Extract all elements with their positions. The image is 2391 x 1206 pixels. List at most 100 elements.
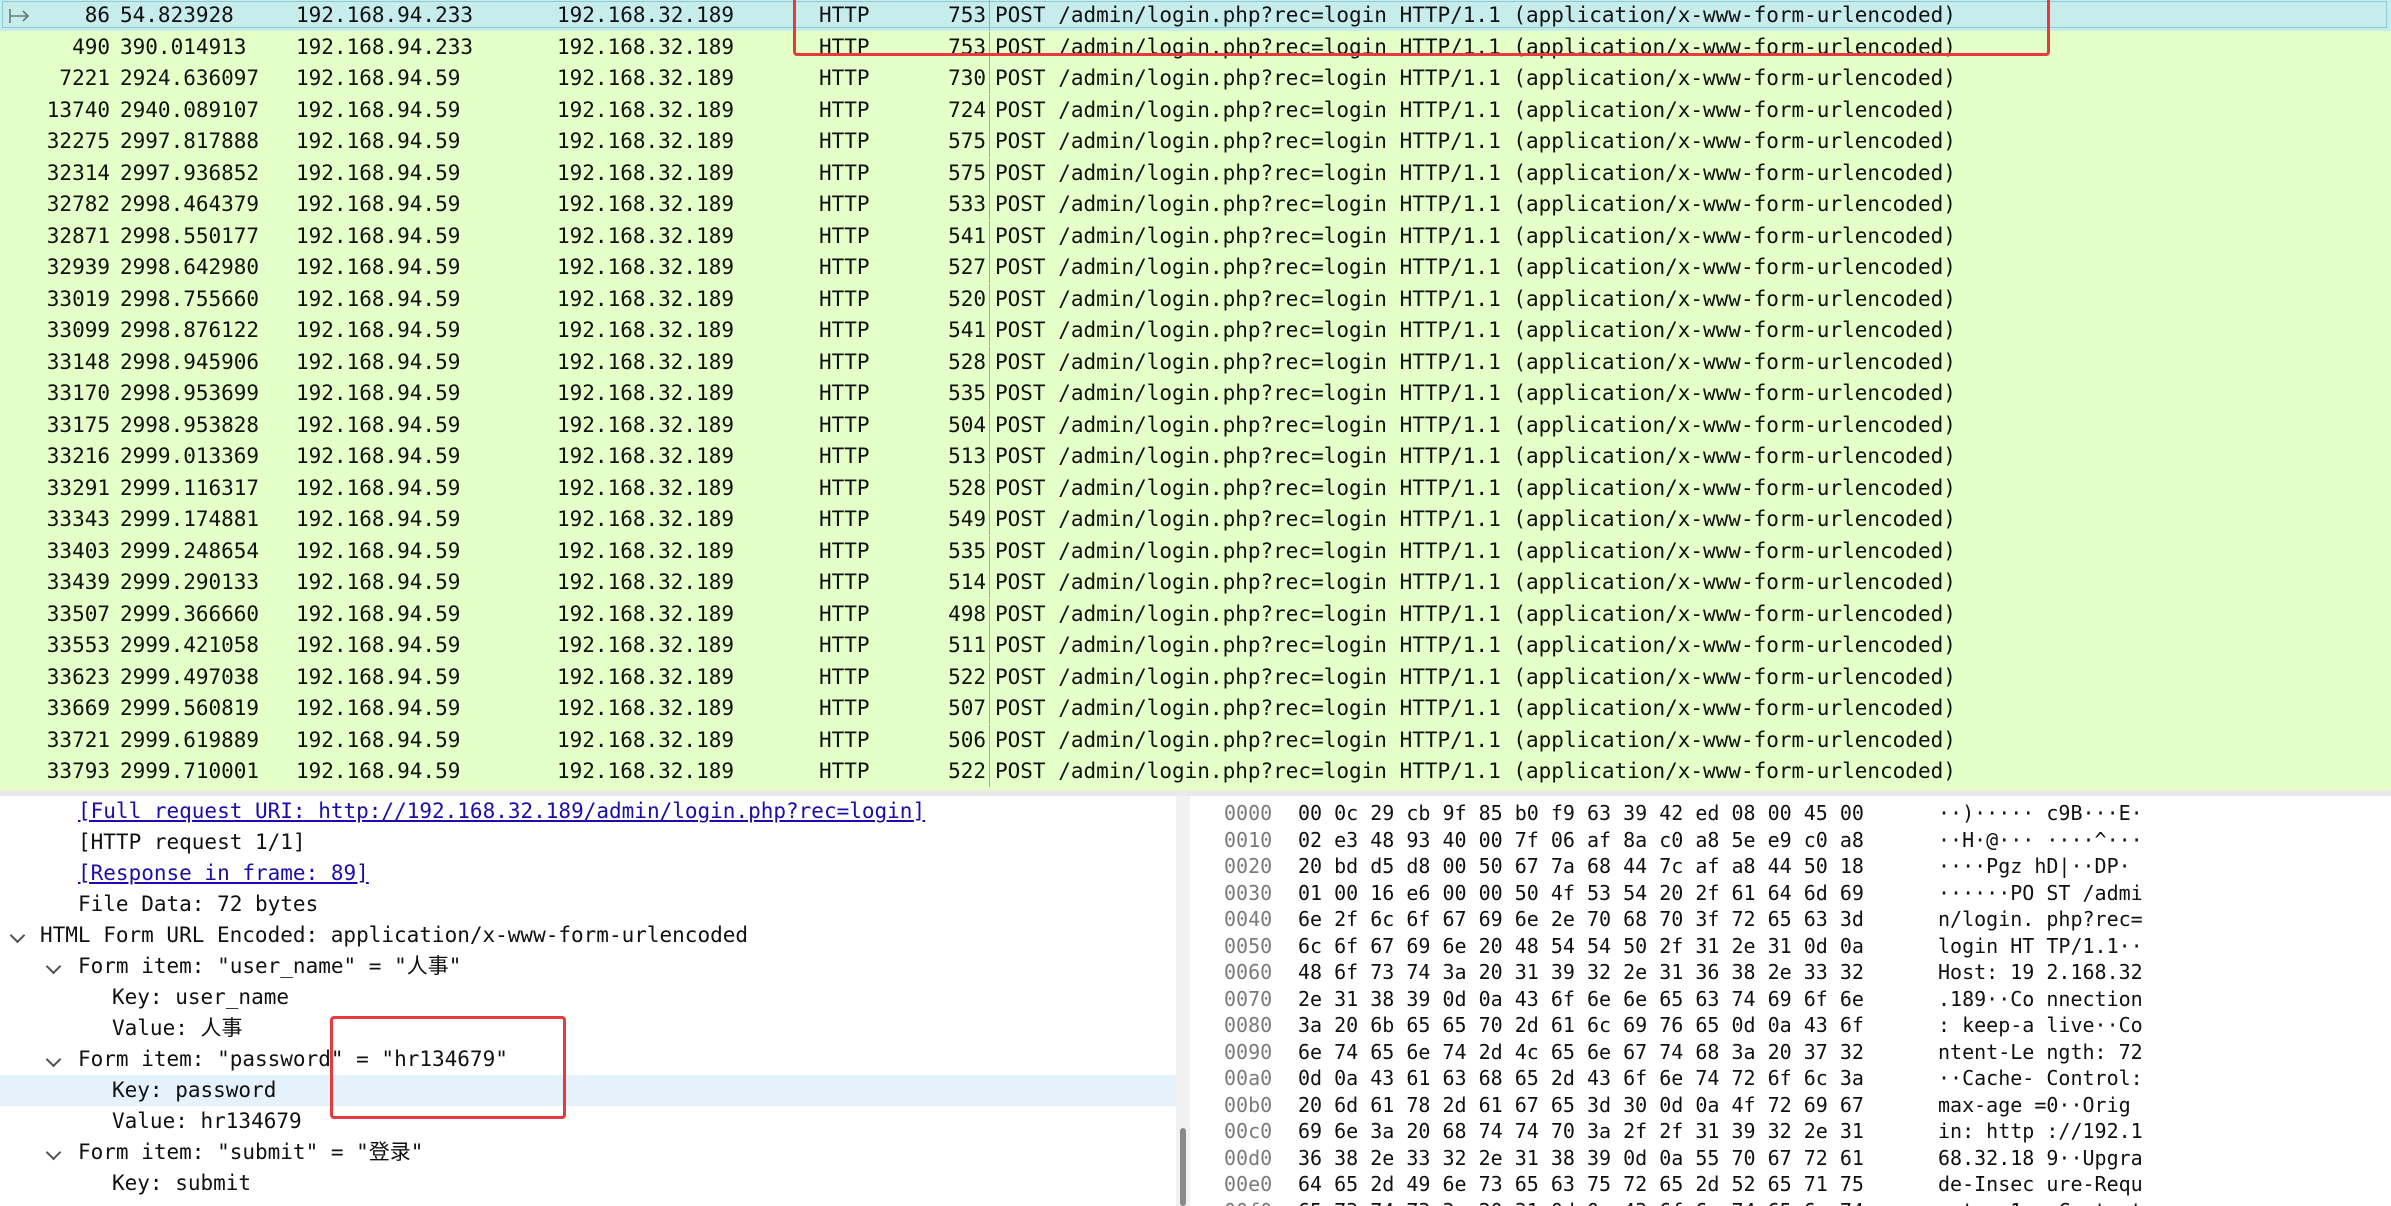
chevron-down-icon[interactable] bbox=[45, 1144, 62, 1161]
hex-bytes[interactable]: 6e 74 65 6e 74 2d 4c 65 6e 67 74 68 3a 2… bbox=[1298, 1039, 1864, 1065]
chevron-down-icon[interactable] bbox=[45, 1051, 62, 1068]
packet-row[interactable]: 33291 2999.116317 192.168.94.59 192.168.32.… bbox=[0, 473, 2391, 504]
packet-dst: 192.168.32.189 bbox=[557, 350, 735, 374]
detail-full-uri[interactable]: [Full request URI: http://192.168.32.189… bbox=[0, 796, 1176, 827]
hex-bytes[interactable]: 2e 31 38 39 0d 0a 43 6f 6e 6e 65 63 74 6… bbox=[1298, 986, 1864, 1012]
details-scroll-thumb[interactable] bbox=[1180, 1128, 1186, 1206]
packet-no: 32314 bbox=[46, 161, 110, 185]
detail-submit-key[interactable]: Key: submit bbox=[0, 1168, 1176, 1199]
packet-row[interactable]: 33148 2998.945906 192.168.94.59 192.168.32.… bbox=[0, 347, 2391, 378]
packet-row[interactable]: 7221 2924.636097 192.168.94.59 192.168.32.1… bbox=[0, 63, 2391, 94]
hex-bytes[interactable]: 64 65 2d 49 6e 73 65 63 75 72 65 2d 52 6… bbox=[1298, 1171, 1864, 1197]
packet-row[interactable]: 32314 2997.936852 192.168.94.59 192.168.32.… bbox=[0, 158, 2391, 189]
detail-form-item-password[interactable]: Form item: "password" = "hr134679" bbox=[0, 1044, 1176, 1075]
detail-request-count[interactable]: [HTTP request 1/1] bbox=[0, 827, 1176, 858]
packet-details-pane[interactable]: [Full request URI: http://192.168.32.189… bbox=[0, 796, 1190, 1206]
packet-dst: 192.168.32.189 bbox=[557, 728, 735, 752]
packet-no: 32275 bbox=[46, 129, 110, 153]
hex-bytes[interactable]: 36 38 2e 33 32 2e 31 38 39 0d 0a 55 70 6… bbox=[1298, 1145, 1864, 1171]
response-frame-link[interactable]: [Response in frame: 89] bbox=[78, 858, 369, 889]
detail-file-data[interactable]: File Data: 72 bytes bbox=[0, 889, 1176, 920]
packet-row[interactable]: 32782 2998.464379 192.168.94.59 192.168.32.… bbox=[0, 189, 2391, 220]
packet-bytes-pane[interactable]: 0000 00 0c 29 cb 9f 85 b0 f9 63 39 42 ed … bbox=[1216, 796, 2391, 1206]
hex-ascii[interactable]: de-Insec ure-Requ bbox=[1938, 1171, 2143, 1197]
detail-form-header[interactable]: HTML Form URL Encoded: application/x-www… bbox=[0, 920, 1176, 951]
hex-ascii[interactable]: in: http ://192.1 bbox=[1938, 1118, 2143, 1144]
packet-row[interactable]: 33216 2999.013369 192.168.94.59 192.168.32.… bbox=[0, 441, 2391, 472]
packet-row[interactable]: 13740 2940.089107 192.168.94.59 192.168.32.… bbox=[0, 95, 2391, 126]
packet-row[interactable]: 33553 2999.421058 192.168.94.59 192.168.32.… bbox=[0, 630, 2391, 661]
hex-ascii[interactable]: ests: 1· ·Content bbox=[1938, 1198, 2143, 1206]
packet-src: 192.168.94.59 bbox=[296, 633, 461, 657]
details-scrollbar[interactable] bbox=[1176, 796, 1190, 1206]
packet-row[interactable]: 32871 2998.550177 192.168.94.59 192.168.32.… bbox=[0, 221, 2391, 252]
hex-bytes[interactable]: 00 0c 29 cb 9f 85 b0 f9 63 39 42 ed 08 0… bbox=[1298, 800, 1864, 826]
chevron-down-icon[interactable] bbox=[9, 927, 26, 944]
full-uri-link[interactable]: [Full request URI: http://192.168.32.189… bbox=[78, 796, 925, 827]
hex-bytes[interactable]: 48 6f 73 74 3a 20 31 39 32 2e 31 36 38 2… bbox=[1298, 959, 1864, 985]
hex-bytes[interactable]: 6e 2f 6c 6f 67 69 6e 2e 70 68 70 3f 72 6… bbox=[1298, 906, 1864, 932]
packet-len: 520 bbox=[948, 287, 986, 311]
hex-ascii[interactable]: : keep-a live··Co bbox=[1938, 1012, 2143, 1038]
hex-offset: 0000 bbox=[1224, 801, 1273, 825]
packet-info: POST /admin/login.php?rec=login HTTP/1.1… bbox=[995, 476, 1956, 500]
hex-bytes[interactable]: 6c 6f 67 69 6e 20 48 54 54 50 2f 31 2e 3… bbox=[1298, 933, 1864, 959]
hex-ascii[interactable]: ······PO ST /admi bbox=[1938, 880, 2143, 906]
packet-dst: 192.168.32.189 bbox=[557, 539, 735, 563]
packet-row[interactable]: 32939 2998.642980 192.168.94.59 192.168.32.… bbox=[0, 252, 2391, 283]
packet-row[interactable]: 33019 2998.755660 192.168.94.59 192.168.32.… bbox=[0, 284, 2391, 315]
packet-no: 33019 bbox=[46, 287, 110, 311]
packet-proto: HTTP bbox=[819, 129, 870, 153]
packet-row[interactable]: 33343 2999.174881 192.168.94.59 192.168.32.… bbox=[0, 504, 2391, 535]
column-separator bbox=[989, 756, 990, 787]
hex-bytes[interactable]: 01 00 16 e6 00 00 50 4f 53 54 20 2f 61 6… bbox=[1298, 880, 1864, 906]
detail-response-frame[interactable]: [Response in frame: 89] bbox=[0, 858, 1176, 889]
packet-row[interactable]: 33099 2998.876122 192.168.94.59 192.168.32.… bbox=[0, 315, 2391, 346]
column-separator bbox=[989, 347, 990, 378]
hex-bytes[interactable]: 20 6d 61 78 2d 61 67 65 3d 30 0d 0a 4f 7… bbox=[1298, 1092, 1864, 1118]
detail-password-key[interactable]: Key: password bbox=[0, 1075, 1176, 1106]
hex-bytes[interactable]: 0d 0a 43 61 63 68 65 2d 43 6f 6e 74 72 6… bbox=[1298, 1065, 1864, 1091]
hex-bytes[interactable]: 69 6e 3a 20 68 74 74 70 3a 2f 2f 31 39 3… bbox=[1298, 1118, 1864, 1144]
hex-ascii[interactable]: n/login. php?rec= bbox=[1938, 906, 2143, 932]
packet-row[interactable]: 33175 2998.953828 192.168.94.59 192.168.32.… bbox=[0, 410, 2391, 441]
packet-list[interactable]: 86 54.823928 192.168.94.233 192.168.32.189 H… bbox=[0, 0, 2391, 790]
packet-src: 192.168.94.59 bbox=[296, 350, 461, 374]
detail-password-value[interactable]: Value: hr134679 bbox=[0, 1106, 1176, 1137]
detail-form-item-user[interactable]: Form item: "user_name" = "人事" bbox=[0, 951, 1176, 982]
packet-time: 2999.710001 bbox=[120, 759, 260, 783]
packet-info: POST /admin/login.php?rec=login HTTP/1.1… bbox=[995, 318, 1956, 342]
hex-ascii[interactable]: ··H·@··· ····^··· bbox=[1938, 827, 2143, 853]
hex-ascii[interactable]: ··Cache- Control: bbox=[1938, 1065, 2143, 1091]
hex-bytes[interactable]: 65 73 74 73 3a 20 31 0d 0a 43 6f 6e 74 6… bbox=[1298, 1198, 1864, 1206]
hex-offset: 0090 bbox=[1224, 1040, 1273, 1064]
hex-ascii[interactable]: login HT TP/1.1·· bbox=[1938, 933, 2143, 959]
hex-ascii[interactable]: Host: 19 2.168.32 bbox=[1938, 959, 2143, 985]
packet-row[interactable]: 33170 2998.953699 192.168.94.59 192.168.32.… bbox=[0, 378, 2391, 409]
packet-row[interactable]: 33623 2999.497038 192.168.94.59 192.168.32.… bbox=[0, 662, 2391, 693]
packet-row[interactable]: 33507 2999.366660 192.168.94.59 192.168.32.… bbox=[0, 599, 2391, 630]
hex-bytes[interactable]: 3a 20 6b 65 65 70 2d 61 6c 69 76 65 0d 0… bbox=[1298, 1012, 1864, 1038]
packet-row[interactable]: 33403 2999.248654 192.168.94.59 192.168.32.… bbox=[0, 536, 2391, 567]
chevron-down-icon[interactable] bbox=[45, 958, 62, 975]
packet-src: 192.168.94.59 bbox=[296, 665, 461, 689]
detail-user-key[interactable]: Key: user_name bbox=[0, 982, 1176, 1013]
detail-user-value[interactable]: Value: 人事 bbox=[0, 1013, 1176, 1044]
hex-bytes[interactable]: 02 e3 48 93 40 00 7f 06 af 8a c0 a8 5e e… bbox=[1298, 827, 1864, 853]
hex-ascii[interactable]: ····Pgz hD|··DP· bbox=[1938, 853, 2131, 879]
packet-len: 522 bbox=[948, 665, 986, 689]
detail-form-item-submit[interactable]: Form item: "submit" = "登录" bbox=[0, 1137, 1176, 1168]
hex-ascii[interactable]: .189··Co nnection bbox=[1938, 986, 2143, 1012]
hex-bytes[interactable]: 20 bd d5 d8 00 50 67 7a 68 44 7c af a8 4… bbox=[1298, 853, 1864, 879]
packet-info: POST /admin/login.php?rec=login HTTP/1.1… bbox=[995, 602, 1956, 626]
hex-ascii[interactable]: ntent-Le ngth: 72 bbox=[1938, 1039, 2143, 1065]
hex-ascii[interactable]: max-age =0··Orig bbox=[1938, 1092, 2131, 1118]
hex-ascii[interactable]: ··)····· c9B···E· bbox=[1938, 800, 2143, 826]
packet-row[interactable]: 33793 2999.710001 192.168.94.59 192.168.32.… bbox=[0, 756, 2391, 787]
packet-row[interactable]: 33721 2999.619889 192.168.94.59 192.168.32.… bbox=[0, 725, 2391, 756]
packet-row[interactable]: 33439 2999.290133 192.168.94.59 192.168.32.… bbox=[0, 567, 2391, 598]
packet-row[interactable]: 32275 2997.817888 192.168.94.59 192.168.32.… bbox=[0, 126, 2391, 157]
pane-splitter[interactable] bbox=[1190, 796, 1216, 1206]
packet-row[interactable]: 33669 2999.560819 192.168.94.59 192.168.32.… bbox=[0, 693, 2391, 724]
hex-ascii[interactable]: 68.32.18 9··Upgra bbox=[1938, 1145, 2143, 1171]
